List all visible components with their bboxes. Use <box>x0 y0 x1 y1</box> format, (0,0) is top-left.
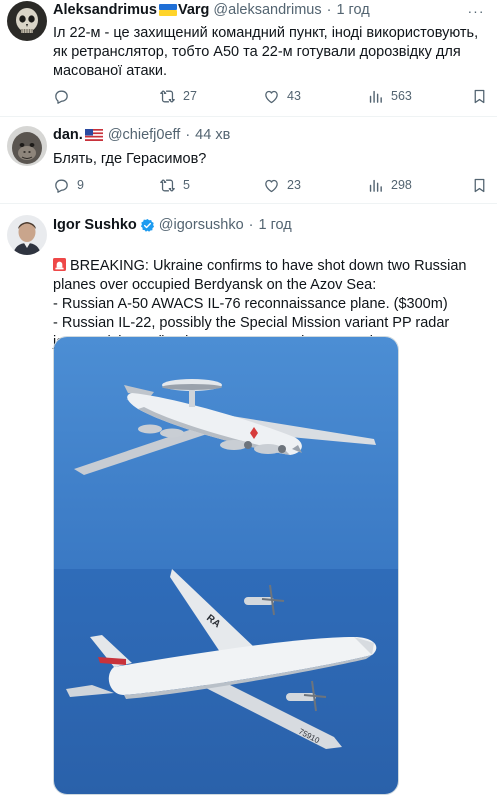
verified-badge-icon <box>140 218 154 232</box>
bookmark-button[interactable] <box>471 174 495 196</box>
tweet-header: Aleksandrimus Varg @aleksandrimus · 1 го… <box>53 2 370 18</box>
views-chart-icon <box>369 90 382 103</box>
tweet-actions: 27 43 563 <box>53 85 489 107</box>
like-count: 43 <box>287 89 301 103</box>
reply-icon <box>55 90 68 104</box>
tweet-time[interactable]: 44 хв <box>195 127 230 143</box>
retweet-button[interactable]: 27 <box>159 85 197 107</box>
retweet-icon <box>160 178 175 192</box>
chimp-avatar-icon[interactable] <box>7 126 47 166</box>
bookmark-icon <box>474 89 485 103</box>
us-flag-icon <box>84 129 103 141</box>
separator-dot: · <box>326 2 332 18</box>
like-button[interactable]: 23 <box>263 174 301 196</box>
author-handle[interactable]: @igorsushko <box>159 217 244 233</box>
skull-avatar-icon[interactable] <box>7 1 47 41</box>
retweet-count: 27 <box>183 89 197 103</box>
author-name-suffix[interactable]: Varg <box>178 2 209 18</box>
bookmark-icon <box>474 178 485 192</box>
tweet-actions: 9 5 23 298 <box>53 174 489 196</box>
ukraine-flag-icon <box>158 4 177 16</box>
view-count: 298 <box>391 178 412 192</box>
person-avatar-icon[interactable] <box>7 215 47 255</box>
tweet-media-image[interactable]: RA 75910 <box>53 336 399 795</box>
tweet-1[interactable]: Aleksandrimus Varg @aleksandrimus · 1 го… <box>0 0 497 116</box>
views-button[interactable]: 563 <box>367 85 412 107</box>
bookmark-button[interactable] <box>471 85 495 107</box>
tweet-time[interactable]: 1 год <box>258 217 291 233</box>
like-button[interactable]: 43 <box>263 85 301 107</box>
author-handle[interactable]: @aleksandrimus <box>213 2 321 18</box>
views-chart-icon <box>369 179 382 192</box>
tweet-time[interactable]: 1 год <box>336 2 369 18</box>
author-name[interactable]: Aleksandrimus <box>53 2 157 18</box>
tweet-header: dan. @chiefj0eff · 44 хв <box>53 127 230 143</box>
tweet-text: Іл 22-м - це захищений командний пункт, … <box>53 25 479 79</box>
tweet-text: Блять, где Герасимов? <box>53 151 207 167</box>
reply-count: 9 <box>77 178 84 192</box>
retweet-count: 5 <box>183 178 190 192</box>
reply-icon <box>55 179 68 193</box>
author-name[interactable]: dan. <box>53 127 83 143</box>
separator-dot: · <box>185 127 191 143</box>
more-options-icon[interactable]: ··· <box>465 3 487 21</box>
retweet-button[interactable]: 5 <box>159 174 190 196</box>
author-handle[interactable]: @chiefj0eff <box>108 127 181 143</box>
like-count: 23 <box>287 178 301 192</box>
aircraft-photo: RA 75910 <box>54 337 398 794</box>
reply-button[interactable] <box>53 85 77 107</box>
view-count: 563 <box>391 89 412 103</box>
heart-icon <box>265 90 278 103</box>
tweet-header: Igor Sushko @igorsushko · 1 год <box>53 217 292 233</box>
siren-emoji-icon <box>53 258 66 271</box>
separator-dot: · <box>248 217 254 233</box>
retweet-icon <box>160 89 175 103</box>
author-name[interactable]: Igor Sushko <box>53 217 137 233</box>
heart-icon <box>265 179 278 192</box>
tweet-2[interactable]: dan. @chiefj0eff · 44 хв Блять, где Гера… <box>0 117 497 203</box>
views-button[interactable]: 298 <box>367 174 412 196</box>
reply-button[interactable]: 9 <box>53 174 84 196</box>
tweet-text-block: BREAKING: Ukraine confirms to have shot … <box>53 238 493 352</box>
